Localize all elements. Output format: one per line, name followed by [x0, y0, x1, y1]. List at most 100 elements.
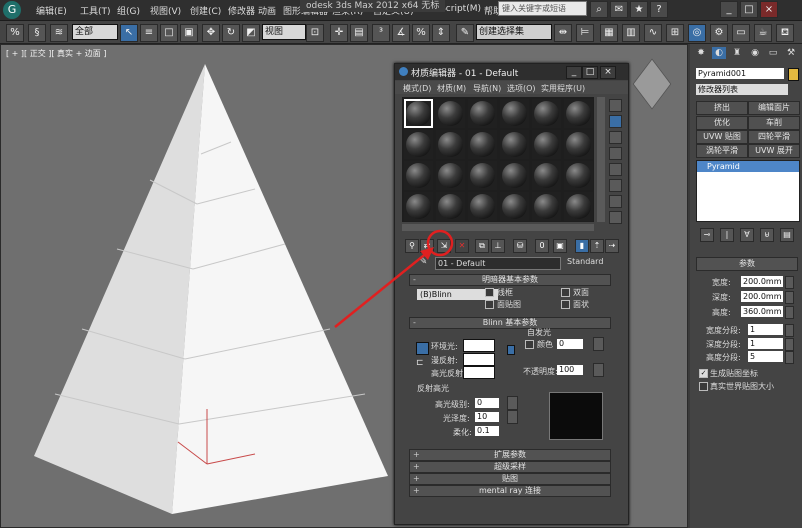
make-material-copy-icon[interactable]: ⧉ [475, 239, 489, 253]
sample-slot[interactable] [436, 99, 465, 128]
material-type-button[interactable]: Standard [567, 257, 603, 266]
height-field[interactable]: 360.0mm [741, 306, 783, 317]
sample-slot[interactable] [436, 161, 465, 190]
unlink-icon[interactable]: § [28, 24, 46, 42]
named-selection-dropdown[interactable]: 创建选择集 [476, 24, 552, 40]
sample-uv-tiling-icon[interactable] [609, 147, 622, 160]
turbosmooth-button[interactable]: 涡轮平滑 [696, 144, 748, 158]
menu-modifiers[interactable]: 修改器 [228, 4, 255, 17]
assign-material-to-selection-icon[interactable]: ⇲ [437, 239, 451, 253]
make-unique-icon[interactable]: ⊥ [491, 239, 505, 253]
menu-group[interactable]: 组(G) [117, 4, 140, 17]
sample-slot[interactable] [532, 99, 561, 128]
sample-slot[interactable] [436, 130, 465, 159]
specular-level-map-button[interactable] [507, 396, 518, 410]
quadify-smooth-button[interactable]: 四轮平滑 [748, 130, 800, 144]
maximize-button[interactable]: □ [582, 66, 598, 79]
select-object-icon[interactable]: ↖ [120, 24, 138, 42]
width-spinner[interactable] [785, 276, 794, 289]
menu-tools[interactable]: 工具(T) [80, 4, 111, 17]
menu-modes[interactable]: 模式(D) [403, 83, 431, 94]
sample-slot[interactable] [404, 192, 433, 221]
stack-item-pyramid[interactable]: Pyramid [697, 161, 799, 172]
video-color-check-icon[interactable] [609, 163, 622, 176]
put-to-scene-icon[interactable]: ⇄ [420, 239, 434, 253]
align-icon[interactable]: ⊨ [576, 24, 594, 42]
glossiness-map-button[interactable] [507, 410, 518, 424]
remove-modifier-icon[interactable]: ⊌ [760, 228, 774, 242]
utilities-tab-icon[interactable]: ⚒ [784, 47, 798, 59]
link-icon[interactable]: % [6, 24, 24, 42]
lock-diffuse-specular-icon[interactable]: ⊏ [416, 358, 427, 372]
close-button[interactable]: × [600, 66, 616, 79]
curve-editor-icon[interactable]: ∿ [644, 24, 662, 42]
depth-segments-spinner[interactable] [785, 338, 794, 351]
ambient-color-swatch[interactable] [463, 339, 495, 352]
sample-slot[interactable] [500, 130, 529, 159]
sample-slot[interactable] [500, 192, 529, 221]
sample-slot[interactable] [468, 161, 497, 190]
two-sided-checkbox[interactable] [561, 288, 570, 297]
width-segments-field[interactable]: 1 [748, 324, 783, 335]
parameters-rollout[interactable]: 参数 [696, 257, 798, 271]
sample-slot[interactable] [436, 192, 465, 221]
spinner-snap-icon[interactable]: ⇕ [432, 24, 450, 42]
sample-slot[interactable] [468, 130, 497, 159]
snaps-toggle-icon[interactable]: ³ [372, 24, 390, 42]
rectangular-selection-icon[interactable]: □ [160, 24, 178, 42]
object-name-field[interactable]: Pyramid001 [696, 68, 784, 79]
depth-spinner[interactable] [785, 291, 794, 304]
depth-segments-field[interactable]: 1 [748, 338, 783, 349]
menu-view[interactable]: 视图(V) [150, 4, 181, 17]
material-id-channel-icon[interactable]: 0 [535, 239, 549, 253]
diffuse-map-button[interactable] [507, 345, 515, 355]
hierarchy-tab-icon[interactable]: ♜ [730, 47, 744, 59]
menu-material[interactable]: 材质(M) [437, 83, 466, 94]
shader-basic-rollout[interactable]: - 明暗器基本参数 [409, 274, 611, 286]
self-illumination-map-button[interactable] [593, 337, 604, 351]
graphite-tools-icon[interactable]: ▥ [622, 24, 640, 42]
display-tab-icon[interactable]: ▭ [766, 47, 780, 59]
height-segments-field[interactable]: 5 [748, 351, 783, 362]
sample-slot[interactable] [500, 99, 529, 128]
communication-icon[interactable]: ✉ [610, 1, 628, 18]
background-icon[interactable] [609, 131, 622, 144]
reset-material-icon[interactable]: ✕ [455, 239, 469, 253]
menu-options[interactable]: 选项(O) [507, 83, 536, 94]
rendered-frame-icon[interactable]: ▭ [732, 24, 750, 42]
menu-animation[interactable]: 动画 [258, 4, 276, 17]
lathe-button[interactable]: 车削 [748, 116, 800, 130]
backlight-icon[interactable] [609, 115, 622, 128]
opacity-value[interactable]: 100 [557, 365, 583, 375]
wire-checkbox[interactable] [485, 288, 494, 297]
render-production-icon[interactable]: ☕ [754, 24, 772, 42]
specular-level-value[interactable]: 0 [475, 398, 499, 408]
width-field[interactable]: 200.0mm [741, 276, 783, 287]
pivot-center-icon[interactable]: ⊡ [306, 24, 324, 42]
maximize-button[interactable]: □ [740, 1, 758, 18]
motion-tab-icon[interactable]: ◉ [748, 47, 762, 59]
mental-ray-rollout[interactable]: + mental ray 连接 [409, 485, 611, 497]
sample-slot[interactable] [564, 130, 593, 159]
maps-rollout[interactable]: + 贴图 [409, 473, 611, 485]
modify-tab-icon[interactable]: ◐ [712, 47, 726, 59]
search-icon[interactable]: ⌕ [590, 1, 608, 18]
uvw-map-button[interactable]: UVW 贴图 [696, 130, 748, 144]
mirror-icon[interactable]: ⇹ [554, 24, 572, 42]
select-by-name-icon[interactable]: ≡ [140, 24, 158, 42]
extended-parameters-rollout[interactable]: + 扩展参数 [409, 449, 611, 461]
depth-field[interactable]: 200.0mm [741, 291, 783, 302]
render-iterative-icon[interactable]: ⛾ [776, 24, 794, 42]
bind-space-warp-icon[interactable]: ≋ [50, 24, 68, 42]
object-color-swatch[interactable] [788, 68, 799, 81]
self-illumination-value[interactable]: 0 [557, 339, 583, 349]
diffuse-color-swatch[interactable] [463, 353, 495, 366]
get-material-icon[interactable]: ⚲ [405, 239, 419, 253]
sample-slot[interactable] [532, 130, 561, 159]
menu-create[interactable]: 创建(C) [190, 4, 221, 17]
height-spinner[interactable] [785, 306, 794, 319]
pin-stack-icon[interactable]: ⊸ [700, 228, 714, 242]
modifier-list-dropdown[interactable]: 修改器列表 [696, 84, 788, 95]
slots-vertical-scrollbar[interactable] [597, 97, 605, 222]
create-tab-icon[interactable]: ✸ [694, 47, 708, 59]
